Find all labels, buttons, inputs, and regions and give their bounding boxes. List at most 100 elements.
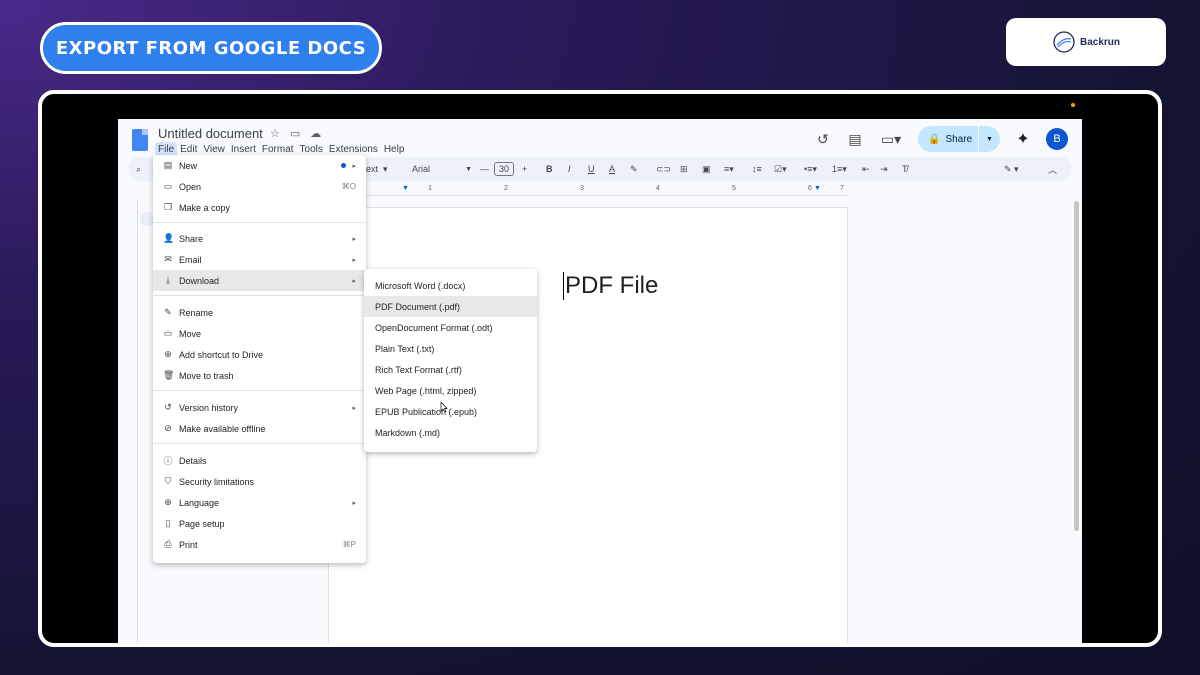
google-docs-window: Untitled document ☆ ▭ ☁ File Edit View I…	[118, 119, 1082, 643]
download-docx[interactable]: Microsoft Word (.docx)	[364, 275, 537, 296]
file-menu-print[interactable]: ⎙ Print ⌘P	[153, 534, 366, 555]
camera-dot	[1071, 103, 1075, 107]
drive-shortcut-icon: ⊕	[164, 349, 172, 359]
add-comment-icon[interactable]: ⊞	[680, 157, 688, 181]
document-outline-icon[interactable]	[140, 212, 154, 226]
document-title[interactable]: Untitled document	[158, 126, 263, 141]
chevron-right-icon: ▸	[352, 404, 356, 412]
move-folder-icon[interactable]: ▭	[290, 127, 300, 140]
mail-icon: ✉	[164, 254, 172, 264]
meet-icon[interactable]: ▭▾	[878, 130, 904, 148]
link-icon[interactable]: ⊂⊃	[656, 157, 671, 181]
increase-indent-icon[interactable]: ⇥	[880, 157, 888, 181]
indent-marker-icon[interactable]: ▼	[402, 185, 409, 192]
file-menu-version-history[interactable]: ↺ Version history ▸	[153, 397, 366, 418]
folder-icon: ▭	[163, 181, 173, 191]
info-icon: ⓘ	[163, 456, 173, 466]
menu-divider	[153, 295, 366, 296]
file-menu-download[interactable]: ⤓ Download ▸	[153, 270, 366, 291]
numbered-list-icon[interactable]: 1≡▾	[832, 157, 847, 181]
file-menu-move[interactable]: ▭ Move	[153, 323, 366, 344]
chevron-right-icon: ▸	[352, 235, 356, 243]
trash-icon: 🗑	[163, 370, 175, 380]
file-menu-open[interactable]: ▭ Open ⌘O	[153, 176, 366, 197]
file-menu-share[interactable]: 👤 Share ▸	[153, 228, 366, 249]
download-epub[interactable]: EPUB Publication (.epub)	[364, 401, 537, 422]
hide-menus-icon[interactable]: ︿	[1048, 157, 1057, 181]
scrollbar[interactable]	[1074, 201, 1079, 531]
doc-icon: ▤	[163, 160, 173, 170]
person-add-icon: 👤	[163, 233, 175, 243]
editing-mode-icon[interactable]: ✎ ▾	[1004, 157, 1019, 181]
right-indent-marker-icon[interactable]: ▼	[814, 185, 821, 192]
menu-divider	[153, 443, 366, 444]
lock-icon: 🔒	[928, 133, 941, 145]
file-menu-email[interactable]: ✉ Email ▸	[153, 249, 366, 270]
download-html[interactable]: Web Page (.html, zipped)	[364, 380, 537, 401]
avatar[interactable]: B	[1046, 128, 1068, 150]
download-icon: ⤓	[166, 275, 170, 285]
download-odt[interactable]: OpenDocument Format (.odt)	[364, 317, 537, 338]
align-icon[interactable]: ≡▾	[724, 157, 734, 181]
font-size-decrease-icon[interactable]: —	[480, 157, 489, 181]
file-menu-new[interactable]: ▤ New ▸	[153, 155, 366, 176]
file-menu-security-limitations[interactable]: ⛉ Security limitations	[153, 471, 366, 492]
file-menu-move-to-trash[interactable]: 🗑 Move to trash	[153, 365, 366, 386]
insert-image-icon[interactable]: ▣	[702, 157, 711, 181]
font-size-input[interactable]: 30	[494, 157, 515, 181]
file-menu-language[interactable]: ⊕ Language ▸	[153, 492, 366, 513]
copy-icon: ❐	[163, 202, 173, 212]
decrease-indent-icon[interactable]: ⇤	[862, 157, 870, 181]
file-menu-page-setup[interactable]: ▯ Page setup	[153, 513, 366, 534]
brand-logo: Backrun	[1006, 18, 1166, 66]
docs-logo-icon[interactable]	[132, 129, 148, 151]
horizontal-ruler: ▼ 1 2 3 4 5 6 7 ▼	[362, 184, 848, 196]
share-dropdown-icon[interactable]: ▼	[978, 126, 1000, 152]
download-pdf[interactable]: PDF Document (.pdf)	[364, 296, 537, 317]
gemini-sparkle-icon[interactable]: ✦	[1014, 130, 1032, 148]
style-select[interactable]: ext ▾	[366, 157, 388, 181]
page-setup-icon: ▯	[165, 518, 171, 528]
highlight-icon[interactable]: ✎	[630, 157, 638, 181]
chevron-right-icon: ▸	[352, 256, 356, 264]
download-rtf[interactable]: Rich Text Format (.rtf)	[364, 359, 537, 380]
line-spacing-icon[interactable]: ↕≡	[752, 157, 762, 181]
download-md[interactable]: Markdown (.md)	[364, 422, 537, 443]
menu-help[interactable]: Help	[381, 142, 408, 157]
print-icon: ⎙	[164, 539, 172, 549]
file-menu-add-shortcut[interactable]: ⊕ Add shortcut to Drive	[153, 344, 366, 365]
history-icon[interactable]: ↺	[814, 130, 832, 148]
pencil-icon: ✎	[164, 307, 172, 317]
file-menu: ▤ New ▸ ▭ Open ⌘O ❐ Make a copy 👤 Share ▸ ✉ Emai…	[153, 155, 366, 563]
offline-icon: ⊘	[164, 423, 172, 433]
star-icon[interactable]: ☆	[270, 127, 280, 140]
underline-icon[interactable]: U	[588, 157, 595, 181]
bold-icon[interactable]: B	[546, 157, 553, 181]
clear-formatting-icon[interactable]: T̸	[902, 157, 908, 181]
mouse-cursor-icon	[440, 402, 448, 413]
checklist-icon[interactable]: ☑▾	[774, 157, 787, 181]
font-select[interactable]: Arial ▼	[412, 157, 472, 181]
download-txt[interactable]: Plain Text (.txt)	[364, 338, 537, 359]
file-menu-make-a-copy[interactable]: ❐ Make a copy	[153, 197, 366, 218]
globe-icon: ⊕	[164, 497, 172, 507]
file-menu-rename[interactable]: ✎ Rename	[153, 302, 366, 323]
new-badge-dot	[341, 163, 346, 168]
banner-title: EXPORT FROM GOOGLE DOCS	[40, 22, 382, 74]
document-body-text[interactable]: PDF File	[563, 272, 658, 300]
chevron-right-icon: ▸	[352, 499, 356, 507]
bulleted-list-icon[interactable]: •≡▾	[804, 157, 817, 181]
shield-icon: ⛉	[164, 476, 172, 486]
cloud-icon[interactable]: ☁	[310, 127, 321, 140]
chevron-right-icon: ▸	[352, 162, 356, 170]
search-menus-icon[interactable]: ⌕	[136, 157, 141, 181]
file-menu-make-offline[interactable]: ⊘ Make available offline	[153, 418, 366, 439]
history-icon: ↺	[164, 402, 172, 412]
comment-icon[interactable]: ▤	[846, 130, 864, 148]
file-menu-details[interactable]: ⓘ Details	[153, 450, 366, 471]
font-size-increase-icon[interactable]: +	[522, 157, 527, 181]
share-button[interactable]: 🔒 Share ▼	[918, 126, 1000, 152]
text-color-icon[interactable]: A	[609, 157, 615, 181]
menu-divider	[153, 222, 366, 223]
italic-icon[interactable]: I	[568, 157, 571, 181]
